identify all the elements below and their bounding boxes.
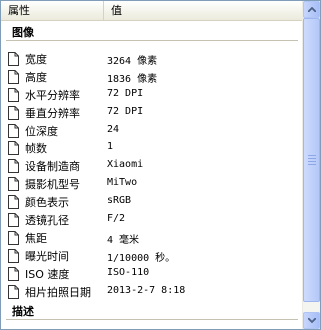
property-value: ISO-110 [107,266,150,278]
section-divider [6,40,298,41]
column-header-value[interactable]: 值 [104,1,303,20]
section-divider [6,319,298,320]
document-icon [8,284,19,299]
property-row[interactable]: 位深度 24 [1,122,303,140]
property-value: 72 DPI [107,105,144,117]
scroll-up-button[interactable] [303,1,320,18]
property-row[interactable]: 颜色表示 sRGB [1,193,303,211]
property-label: 颜色表示 [25,196,69,210]
document-icon [8,52,19,66]
property-value: 2013-2-7 8:18 [107,284,186,296]
properties-list-view: 属性 值 图像 宽度 3264 像素 高度 1836 像素 水平分辨率 72 DPI 垂直分… [0,0,321,330]
property-value: 1/10000 秒。 [107,252,176,264]
property-value: sRGB [107,195,132,207]
property-value: 3264 像素 [107,56,158,67]
document-icon [8,69,19,84]
document-icon [8,230,19,245]
property-label: 帧数 [25,142,47,156]
property-value: 24 [107,123,120,135]
thumb-grip [308,158,316,159]
document-icon [8,123,19,138]
document-icon [8,195,19,210]
thumb-grip [308,155,316,156]
property-row[interactable]: 设备制造商 Xiaomi [1,157,303,175]
property-row[interactable]: 高度 1836 像素 [1,68,303,86]
property-label: 摄影机型号 [25,178,80,192]
document-icon [8,87,19,102]
property-row[interactable]: 水平分辨率 72 DPI [1,86,303,104]
property-row[interactable]: 相片拍照日期 2013-2-7 8:18 [1,283,303,301]
property-label: 宽度 [25,53,47,66]
property-value: 4 毫米 [107,234,140,246]
column-header: 属性 值 [1,1,303,21]
property-value: 1 [107,141,114,153]
property-value: MiTwo [107,177,138,189]
property-value: Xiaomi [107,159,144,171]
property-label: 相片拍照日期 [25,285,91,299]
property-row[interactable]: 垂直分辨率 72 DPI [1,104,303,122]
document-icon [8,213,19,228]
document-icon [8,177,19,192]
section-title-image: 图像 [12,26,34,39]
thumb-grip [308,161,316,162]
vertical-scrollbar[interactable] [302,1,320,329]
document-icon [8,105,19,120]
property-rows: 宽度 3264 像素高度 1836 像素水平分辨率 72 DPI 垂直分辨率 72 DPI… [1,50,303,300]
property-row[interactable]: ISO 速度 ISO-110 [1,265,303,283]
column-header-name[interactable]: 属性 [1,1,104,20]
property-label: ISO 速度 [25,267,70,281]
property-row[interactable]: 帧数 1 [1,139,303,157]
document-icon [8,159,19,174]
property-row[interactable]: 摄影机型号 MiTwo [1,175,303,193]
property-row[interactable]: 宽度 3264 像素 [1,50,303,68]
property-label: 水平分辨率 [25,88,80,102]
property-label: 曝光时间 [25,249,69,263]
property-label: 焦距 [25,231,47,245]
property-label: 高度 [25,70,47,84]
property-row[interactable]: 透镜孔径 F/2 [1,211,303,229]
thumb-grip [308,164,316,165]
property-value: 1836 像素 [107,73,158,85]
property-label: 位深度 [25,124,58,138]
property-label: 垂直分辨率 [25,106,80,120]
section-title-description: 描述 [12,305,34,318]
scroll-down-button[interactable] [303,312,320,329]
arrow-down-icon [308,318,316,323]
property-row[interactable]: 曝光时间 1/10000 秒。 [1,247,303,265]
document-icon [8,266,19,281]
property-value: 72 DPI [107,87,144,99]
property-value: F/2 [107,213,126,225]
document-icon [8,248,19,263]
property-label: 设备制造商 [25,160,80,174]
document-icon [8,141,19,156]
property-row[interactable]: 焦距 4 毫米 [1,229,303,247]
property-label: 透镜孔径 [25,214,69,228]
arrow-up-icon [308,7,316,12]
scrollbar-thumb[interactable] [303,18,320,302]
